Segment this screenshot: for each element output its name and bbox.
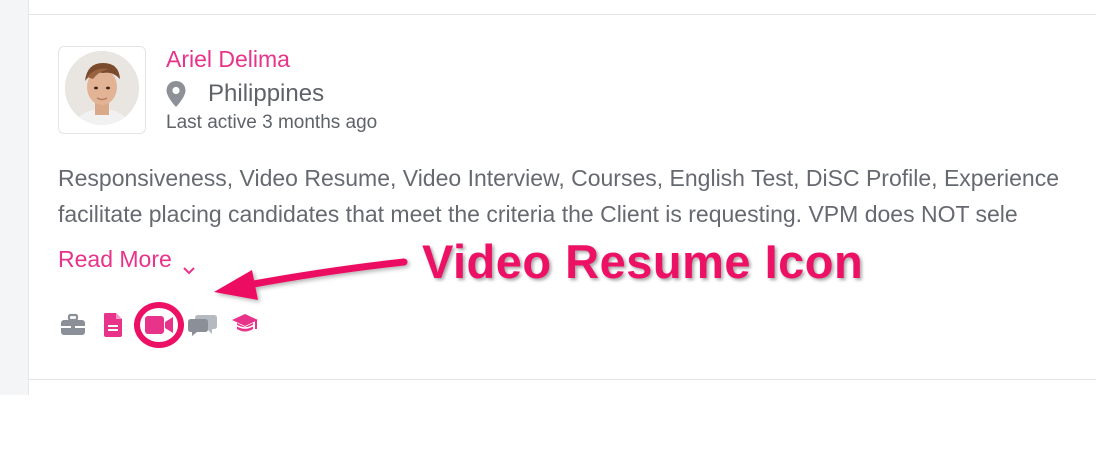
- annotation-label: Video Resume Icon: [422, 235, 864, 288]
- annotation-arrow: [214, 258, 408, 300]
